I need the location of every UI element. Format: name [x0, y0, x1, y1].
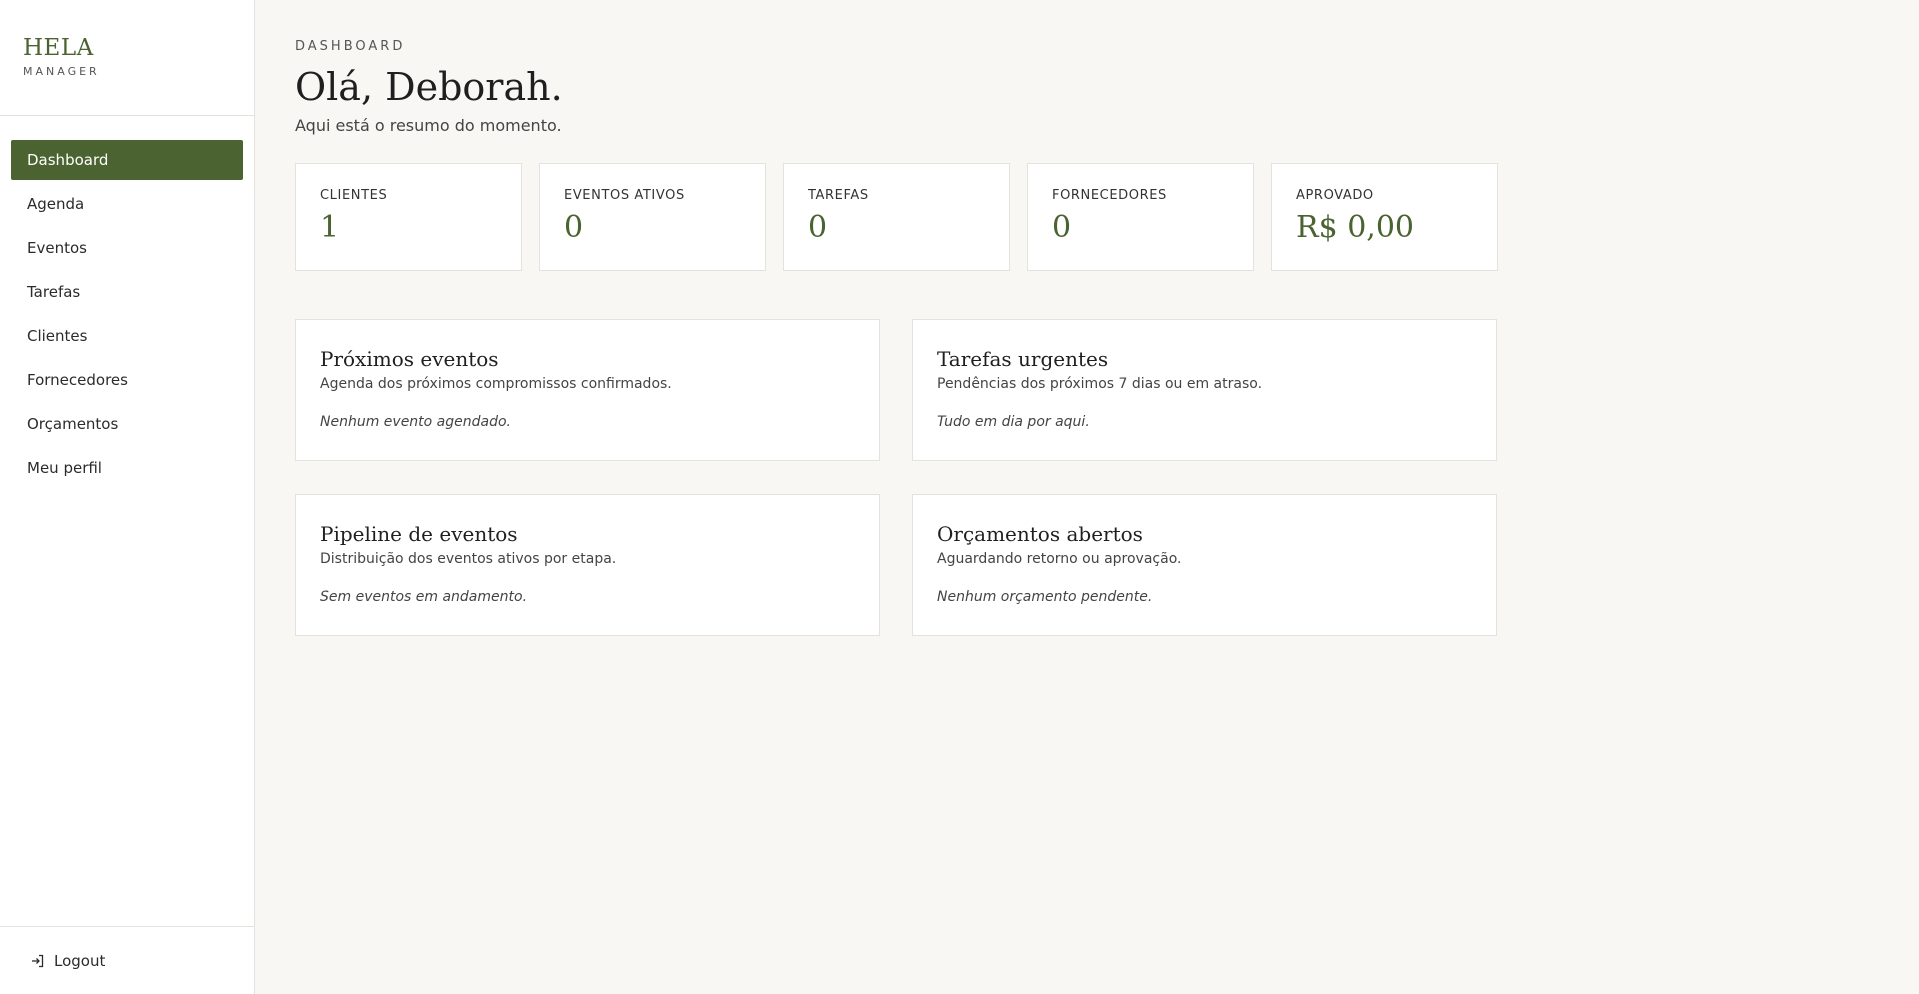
stat-value: R$ 0,00: [1296, 210, 1415, 245]
stat-label: CLIENTES: [320, 188, 388, 203]
sidebar-item-meu-perfil[interactable]: Meu perfil: [11, 448, 243, 488]
sidebar-nav: Dashboard Agenda Eventos Tarefas Cliente…: [0, 116, 254, 926]
panel-description: Distribuição dos eventos ativos por etap…: [320, 551, 617, 567]
panel-description: Pendências dos próximos 7 dias ou em atr…: [937, 376, 1263, 392]
panel-empty-state: Sem eventos em andamento.: [320, 589, 528, 605]
stat-value: 0: [808, 210, 828, 245]
panel-empty-state: Nenhum evento agendado.: [320, 414, 512, 430]
stat-card-eventos-ativos: EVENTOS ATIVOS 0: [539, 163, 766, 271]
stat-card-tarefas: TAREFAS 0: [783, 163, 1010, 271]
panel-empty-state: Tudo em dia por aqui.: [937, 414, 1090, 430]
logout-icon: [30, 953, 46, 969]
brand-logo[interactable]: HELA MANAGER: [0, 0, 254, 116]
panel-title: Pipeline de eventos: [320, 522, 518, 546]
panel-description: Agenda dos próximos compromissos confirm…: [320, 376, 672, 392]
panel-title: Tarefas urgentes: [937, 347, 1109, 371]
page-subtitle: Aqui está o resumo do momento.: [295, 116, 562, 135]
stat-label: EVENTOS ATIVOS: [564, 188, 685, 203]
main-content: DASHBOARD Olá, Deborah. Aqui está o resu…: [255, 0, 1919, 994]
page-eyebrow: DASHBOARD: [295, 39, 406, 54]
logout-button[interactable]: Logout: [30, 952, 105, 970]
stat-card-clientes: CLIENTES 1: [295, 163, 522, 271]
sidebar-item-orcamentos[interactable]: Orçamentos: [11, 404, 243, 444]
sidebar-item-tarefas[interactable]: Tarefas: [11, 272, 243, 312]
stats-row: CLIENTES 1 EVENTOS ATIVOS 0 TAREFAS 0 FO…: [295, 163, 1919, 271]
panels-grid: Próximos eventos Agenda dos próximos com…: [295, 319, 1919, 636]
stat-card-fornecedores: FORNECEDORES 0: [1027, 163, 1254, 271]
brand-name: HELA: [23, 35, 94, 61]
logout-label: Logout: [54, 951, 106, 970]
panel-empty-state: Nenhum orçamento pendente.: [937, 589, 1153, 605]
panel-pipeline-eventos: Pipeline de eventos Distribuição dos eve…: [295, 494, 880, 636]
stat-value: 0: [564, 210, 584, 245]
panel-title: Próximos eventos: [320, 347, 499, 371]
stat-value: 0: [1052, 210, 1072, 245]
stat-label: TAREFAS: [808, 188, 869, 203]
panel-title: Orçamentos abertos: [937, 522, 1143, 546]
sidebar-item-clientes[interactable]: Clientes: [11, 316, 243, 356]
page-title: Olá, Deborah.: [295, 65, 563, 109]
sidebar-item-dashboard[interactable]: Dashboard: [11, 140, 243, 180]
stat-label: APROVADO: [1296, 188, 1374, 203]
sidebar-footer: Logout: [0, 926, 254, 994]
panel-tarefas-urgentes: Tarefas urgentes Pendências dos próximos…: [912, 319, 1497, 461]
panel-orcamentos-abertos: Orçamentos abertos Aguardando retorno ou…: [912, 494, 1497, 636]
sidebar-item-eventos[interactable]: Eventos: [11, 228, 243, 268]
stat-card-aprovado: APROVADO R$ 0,00: [1271, 163, 1498, 271]
sidebar-item-agenda[interactable]: Agenda: [11, 184, 243, 224]
stat-label: FORNECEDORES: [1052, 188, 1167, 203]
app-shell: HELA MANAGER Dashboard Agenda Eventos Ta…: [0, 0, 1919, 994]
panel-proximos-eventos: Próximos eventos Agenda dos próximos com…: [295, 319, 880, 461]
panel-description: Aguardando retorno ou aprovação.: [937, 551, 1182, 567]
sidebar-item-fornecedores[interactable]: Fornecedores: [11, 360, 243, 400]
brand-subtitle: MANAGER: [23, 65, 100, 78]
stat-value: 1: [320, 210, 340, 245]
sidebar: HELA MANAGER Dashboard Agenda Eventos Ta…: [0, 0, 255, 994]
